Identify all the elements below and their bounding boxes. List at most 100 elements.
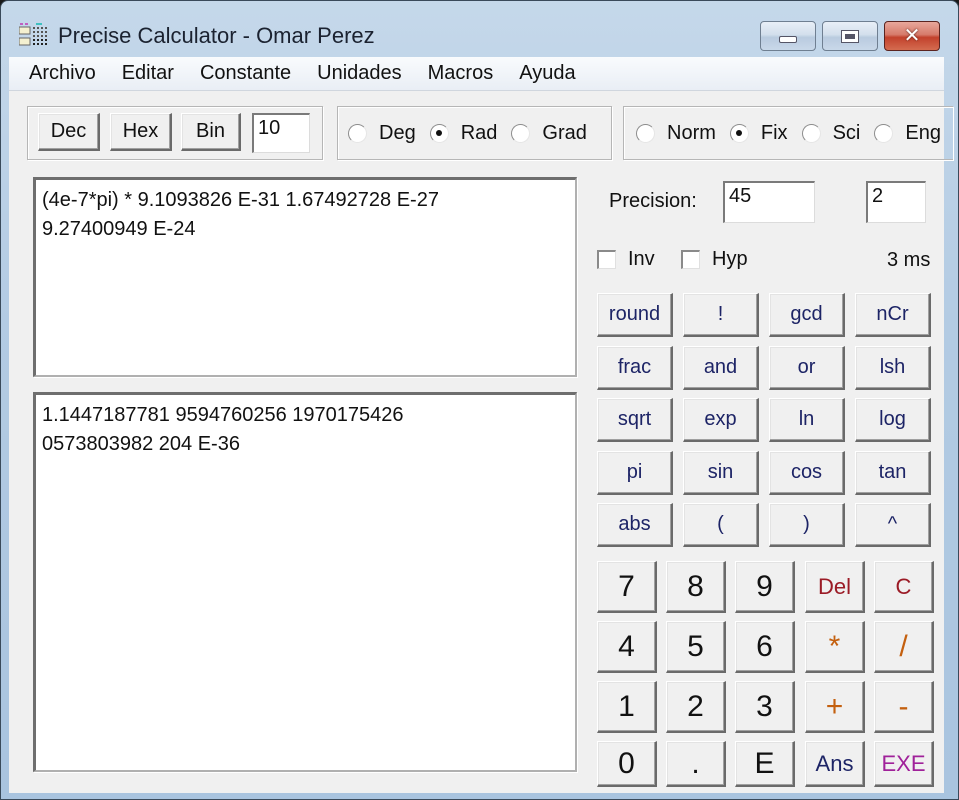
key-0[interactable]: 0 [597,741,657,787]
fn-key-nCr[interactable]: nCr [855,293,931,337]
precision-label: Precision: [609,190,697,212]
bin-button[interactable]: Bin [181,113,241,151]
inv-checkbox[interactable]: Inv [597,248,655,271]
fn-key-power[interactable]: ^ [855,503,931,547]
radio-indicator-selected [429,123,449,143]
radio-fix[interactable]: Fix [729,121,788,145]
key-9[interactable]: 9 [735,561,795,613]
base-input[interactable]: 10 [252,113,310,153]
key-plus[interactable]: + [805,681,865,733]
fn-key-exp[interactable]: exp [683,398,759,442]
key-decimal[interactable]: . [666,741,726,787]
radio-deg[interactable]: Deg [348,122,416,145]
checkbox-label: Hyp [712,248,748,270]
fn-key-sin[interactable]: sin [683,450,759,495]
close-button[interactable]: ✕ [884,21,940,51]
menu-constante[interactable]: Constante [200,62,291,85]
fn-key-tan[interactable]: tan [855,450,931,495]
radio-label: Grad [542,121,587,144]
key-8[interactable]: 8 [666,561,726,613]
radio-indicator-selected [729,123,749,143]
key-1[interactable]: 1 [597,681,657,733]
menu-archivo[interactable]: Archivo [29,62,96,85]
fn-key-and[interactable]: and [683,345,759,390]
menu-ayuda[interactable]: Ayuda [519,62,575,85]
fn-key-round[interactable]: round [597,293,673,337]
key-multiply[interactable]: * [805,621,865,673]
radio-label: Rad [460,121,498,144]
radio-label: Norm [667,121,716,144]
checkbox-indicator [597,250,616,269]
precision-input[interactable]: 45 [723,181,815,223]
radio-indicator [511,123,531,143]
close-icon: ✕ [903,25,921,47]
radio-label: Fix [760,121,788,144]
key-c[interactable]: C [874,561,934,613]
key-minus[interactable]: - [874,681,934,733]
window-title: Precise Calculator - Omar Perez [58,23,375,48]
fn-key-pi[interactable]: pi [597,450,673,495]
radio-indicator [874,123,894,143]
fn-key-frac[interactable]: frac [597,345,673,390]
fn-key-rparen[interactable]: ) [769,503,845,547]
key-7[interactable]: 7 [597,561,657,613]
radio-indicator [636,123,655,143]
minimize-button[interactable] [760,21,816,51]
radio-indicator [348,123,367,143]
radio-eng[interactable]: Eng [874,122,941,145]
key-divide[interactable]: / [874,621,934,673]
hyp-checkbox[interactable]: Hyp [681,248,748,271]
minimize-icon [779,35,797,43]
angle-radio-row: Deg Rad Grad [348,107,601,159]
result-output[interactable]: 1.1447187781 9594760256 1970175426 05738… [33,392,577,772]
fn-key-abs[interactable]: abs [597,503,673,547]
key-e[interactable]: E [735,741,795,787]
fn-key-log[interactable]: log [855,398,931,442]
menu-unidades[interactable]: Unidades [317,62,402,85]
maximize-icon [841,29,859,43]
key-4[interactable]: 4 [597,621,657,673]
fn-key-lparen[interactable]: ( [683,503,759,547]
radio-label: Deg [379,121,416,144]
maximize-button[interactable] [822,21,878,51]
key-5[interactable]: 5 [666,621,726,673]
hex-button[interactable]: Hex [110,113,172,151]
menu-macros[interactable]: Macros [428,62,494,85]
title-bar[interactable]: Precise Calculator - Omar Perez ✕ [1,1,958,57]
client-area: Archivo Editar Constante Unidades Macros… [9,57,953,793]
format-radio-row: Norm Fix Sci Eng [636,107,955,159]
fn-key-cos[interactable]: cos [769,450,845,495]
number-format-group: Norm Fix Sci Eng [623,106,953,160]
fn-key-ln[interactable]: ln [769,398,845,442]
radio-norm[interactable]: Norm [636,122,716,145]
menu-bar: Archivo Editar Constante Unidades Macros… [9,57,944,91]
radio-indicator [801,123,821,143]
dec-button[interactable]: Dec [38,113,100,151]
menu-editar[interactable]: Editar [122,62,174,85]
fix-digits-input[interactable]: 2 [866,181,926,223]
fn-key-lsh[interactable]: lsh [855,345,931,390]
key-exe[interactable]: EXE [874,741,934,787]
fn-key-gcd[interactable]: gcd [769,293,845,337]
radio-label: Eng [905,121,941,144]
key-del[interactable]: Del [805,561,865,613]
calculator-grid-icon [19,23,47,46]
calculator-window: Precise Calculator - Omar Perez ✕ Archiv… [0,0,959,800]
radio-label: Sci [832,121,861,144]
angle-mode-group: Deg Rad Grad [337,106,612,160]
key-2[interactable]: 2 [666,681,726,733]
fn-key-or[interactable]: or [769,345,845,390]
radio-rad[interactable]: Rad [429,121,498,145]
radio-sci[interactable]: Sci [801,121,861,145]
checkbox-indicator [681,250,700,269]
checkbox-label: Inv [628,248,655,270]
key-3[interactable]: 3 [735,681,795,733]
number-base-group: Dec Hex Bin 10 [27,106,323,160]
fn-key-sqrt[interactable]: sqrt [597,398,673,442]
expression-input[interactable]: (4e-7*pi) * 9.1093826 E-31 1.67492728 E-… [33,177,577,377]
timing-label: 3 ms [887,249,931,271]
key-6[interactable]: 6 [735,621,795,673]
radio-grad[interactable]: Grad [511,121,587,145]
key-ans[interactable]: Ans [805,741,865,787]
fn-key-factorial[interactable]: ! [683,293,759,337]
